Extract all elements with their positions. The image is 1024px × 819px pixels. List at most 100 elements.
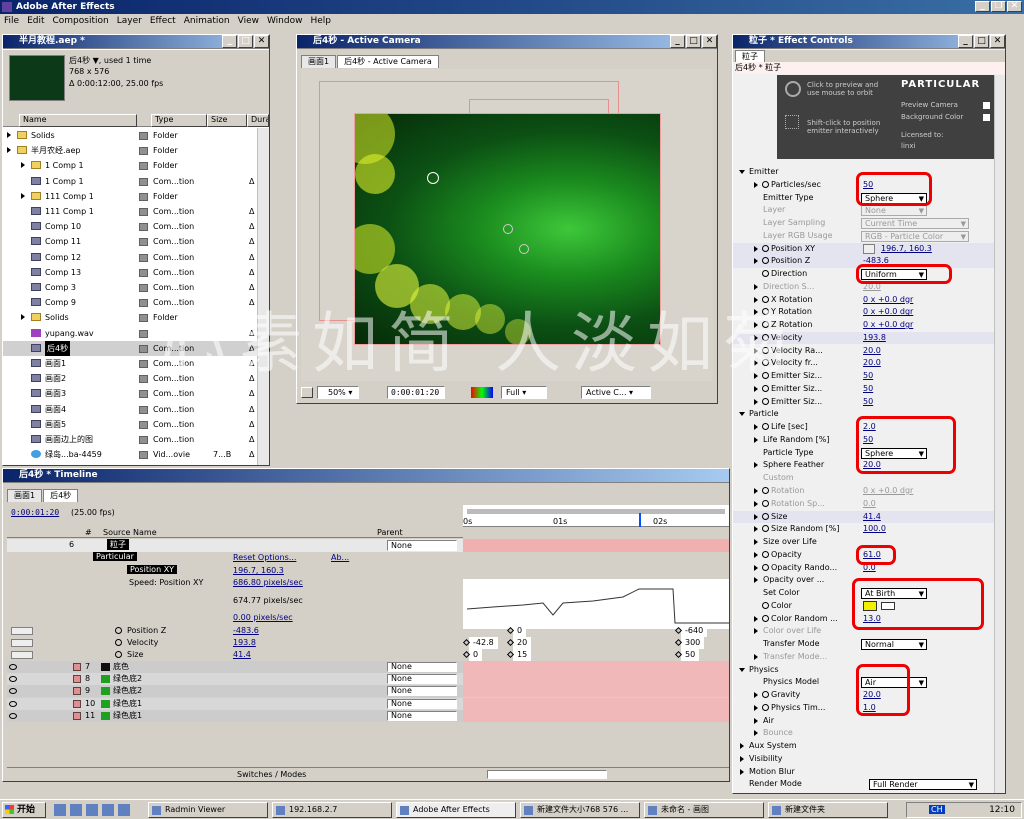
ec-scrollbar[interactable] (994, 75, 1005, 793)
stopwatch-icon[interactable] (762, 499, 769, 507)
effect-row-value[interactable]: 196.7, 160.3 (881, 243, 932, 255)
position-handle-icon[interactable] (503, 224, 513, 234)
viewer-close-button[interactable]: ✕ (702, 35, 717, 48)
taskbar-item[interactable]: Adobe After Effects (396, 802, 516, 818)
label-color-swatch[interactable] (139, 147, 148, 156)
effect-row-value[interactable]: 20.0 (863, 345, 881, 357)
particular-effect-name[interactable]: Particular (93, 552, 137, 561)
timeline-prop-value[interactable]: -483.6 (233, 625, 259, 637)
keyframe-label[interactable]: 15 (513, 649, 532, 661)
twirl-icon[interactable] (21, 162, 25, 169)
twirl-icon[interactable] (21, 314, 25, 321)
project-item[interactable]: 画面3 Com...tion Δ 0 (3, 386, 262, 401)
col-type[interactable]: Type (151, 114, 207, 127)
effect-row-value[interactable]: 50 (863, 383, 873, 395)
tab-active-camera[interactable]: 后4秒 - Active Camera (337, 55, 439, 68)
twirl-closed-icon[interactable] (740, 768, 744, 775)
stopwatch-icon[interactable] (762, 321, 769, 329)
emitter-center-icon[interactable] (427, 172, 439, 184)
layer-row[interactable]: 8 绿色底2 None (7, 673, 729, 686)
stopwatch-icon[interactable] (762, 257, 769, 265)
ime-indicator[interactable]: CH (929, 805, 945, 814)
twirl-closed-icon[interactable] (754, 526, 758, 533)
background-color-checkbox[interactable] (983, 114, 990, 121)
project-scrollbar[interactable] (257, 128, 269, 465)
stopwatch-icon[interactable] (762, 614, 769, 622)
stopwatch-icon[interactable] (762, 601, 769, 609)
effect-row-bounce[interactable]: Bounce (733, 727, 995, 740)
project-item[interactable]: 绿岛...ba-4459 Vid...ovie 7...B Δ 0 (3, 447, 262, 462)
snapshot-icon[interactable] (301, 387, 313, 398)
project-item[interactable]: Solids Folder (3, 310, 257, 325)
effect-row-emitter-siz[interactable]: Emitter Siz... 50 (733, 396, 995, 409)
project-item[interactable]: 1 Comp 1 Folder (3, 158, 257, 173)
twirl-closed-icon[interactable] (754, 373, 758, 380)
project-item[interactable]: 画面边上的图 Com...tion Δ 0 (3, 432, 262, 447)
layer-6-parent[interactable]: None (387, 540, 457, 551)
twirl-icon[interactable] (7, 147, 11, 154)
speed-value-3[interactable]: 0.00 pixels/sec (233, 613, 293, 622)
ec-close-button[interactable]: ✕ (990, 35, 1005, 48)
taskbar-item[interactable]: 192.168.2.7 (272, 802, 392, 818)
effect-row-value[interactable]: 0 x +0.0 dgr (863, 306, 913, 318)
effect-row-dropdown[interactable]: Current Time (861, 218, 969, 230)
keyframe-label[interactable]: -640 (681, 625, 708, 637)
effect-row-transfer-mode[interactable]: Transfer Mode Normal (733, 638, 995, 651)
layer-duration-bar[interactable] (463, 685, 729, 698)
taskbar-item[interactable]: 新建文件大小768 576 ... (520, 802, 640, 818)
label-color-swatch[interactable] (139, 375, 148, 384)
panel-maximize-button[interactable]: □ (238, 35, 253, 48)
effect-row-velocity[interactable]: Velocity 193.8 (733, 331, 995, 345)
twirl-closed-icon[interactable] (754, 424, 758, 431)
emitter-position-icon[interactable] (785, 115, 799, 129)
project-item[interactable]: Comp 9 Com...tion Δ 0 (3, 295, 262, 310)
effect-row-dropdown[interactable]: Normal (861, 639, 927, 651)
speed-value-1[interactable]: 686.80 pixels/sec (233, 578, 303, 587)
zoom-select[interactable]: 50% ▾ (317, 386, 359, 399)
eye-icon[interactable] (9, 700, 17, 707)
effect-row-value[interactable]: 0.0 (863, 498, 876, 510)
project-item[interactable]: 后4秒 Com...tion Δ 0 (3, 340, 262, 356)
twirl-closed-icon[interactable] (754, 628, 758, 635)
keyframe-label[interactable]: 50 (681, 649, 700, 661)
stopwatch-icon[interactable] (762, 333, 769, 341)
stopwatch-icon[interactable] (762, 295, 769, 303)
project-item[interactable]: 111 Comp 1 Folder (3, 189, 257, 204)
twirl-closed-icon[interactable] (754, 730, 758, 737)
panel-close-button[interactable]: ✕ (254, 35, 269, 48)
layer-parent[interactable]: None (387, 674, 457, 685)
effect-row-emitter-siz[interactable]: Emitter Siz... 50 (733, 383, 995, 396)
stopwatch-icon[interactable] (115, 651, 122, 658)
twirl-closed-icon[interactable] (754, 245, 758, 252)
label-color-swatch[interactable] (139, 360, 148, 368)
stopwatch-icon[interactable] (115, 627, 122, 634)
zoom-slider[interactable] (487, 770, 607, 779)
label-color-swatch[interactable] (139, 238, 148, 247)
effect-row-velocity-fr[interactable]: Velocity fr... 20.0 (733, 357, 995, 370)
stopwatch-icon[interactable] (762, 487, 769, 494)
effect-row-value[interactable]: 100.0 (863, 523, 886, 535)
twirl-closed-icon[interactable] (754, 360, 758, 367)
taskbar-item[interactable]: 新建文件夹 (768, 802, 888, 818)
position-xy-value[interactable]: 196.7, 160.3 (233, 566, 284, 575)
effect-row-value[interactable]: 0 x +0.0 dgr (863, 485, 913, 497)
view-select[interactable]: Active C... ▾ (581, 386, 651, 399)
effect-row-rotation[interactable]: Rotation 0 x +0.0 dgr (733, 485, 995, 498)
twirl-closed-icon[interactable] (754, 385, 758, 392)
stopwatch-icon[interactable] (762, 244, 769, 252)
effect-row-value[interactable]: 193.8 (863, 332, 886, 344)
menu-help[interactable]: Help (310, 16, 331, 26)
layer-row[interactable]: 11 绿色底1 None (7, 709, 729, 722)
keyframe-nav-icon[interactable] (11, 651, 33, 659)
effect-row-value[interactable]: 50 (863, 370, 873, 382)
twirl-closed-icon[interactable] (754, 334, 758, 341)
viewer-maximize-button[interactable]: □ (686, 35, 701, 48)
minimize-button[interactable]: _ (975, 1, 990, 12)
menu-view[interactable]: View (238, 16, 259, 26)
viewer-canvas[interactable] (301, 69, 713, 381)
stopwatch-icon[interactable] (762, 550, 769, 558)
stopwatch-icon[interactable] (762, 346, 769, 354)
stopwatch-icon[interactable] (762, 372, 769, 380)
quicklaunch-icons[interactable] (54, 804, 134, 816)
label-color-swatch[interactable] (139, 177, 148, 186)
